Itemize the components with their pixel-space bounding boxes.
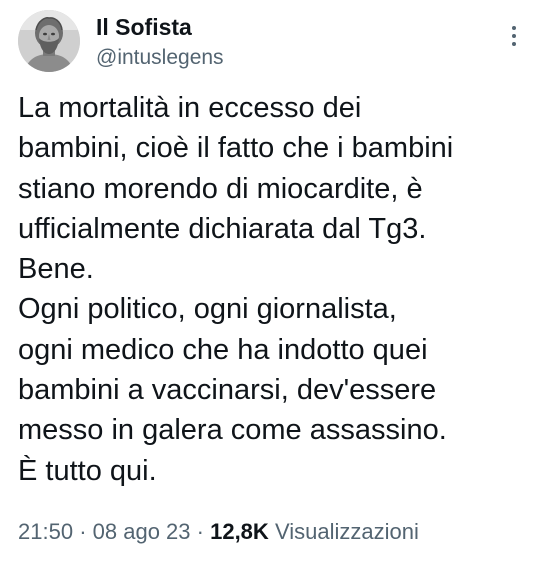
- tweet-time-link[interactable]: 21:50 · 08 ago 23: [18, 519, 191, 544]
- tweet-text: La mortalità in eccesso dei bambini, cio…: [18, 92, 454, 487]
- author-handle[interactable]: @intuslegens: [96, 44, 224, 71]
- more-vertical-icon: [512, 26, 516, 46]
- views-link[interactable]: 12,8K Visualizzazioni: [210, 519, 419, 544]
- tweet-time: 21:50: [18, 519, 74, 544]
- meta-separator: ·: [79, 519, 87, 544]
- avatar[interactable]: [18, 10, 80, 72]
- more-options-button[interactable]: [502, 16, 526, 56]
- views-count: 12,8K: [210, 519, 269, 544]
- bust-statue-avatar-icon: [18, 10, 80, 72]
- author-info: Il Sofista @intuslegens: [96, 13, 224, 71]
- meta-separator: ·: [196, 519, 204, 544]
- views-label: Visualizzazioni: [274, 519, 419, 544]
- author-display-name[interactable]: Il Sofista: [96, 13, 224, 41]
- tweet-date: 08 ago 23: [92, 519, 191, 544]
- tweet-metadata: 21:50 · 08 ago 23 · 12,8K Visualizzazion…: [18, 517, 419, 547]
- tweet-card: Il Sofista @intuslegens La mortalità in …: [0, 0, 540, 564]
